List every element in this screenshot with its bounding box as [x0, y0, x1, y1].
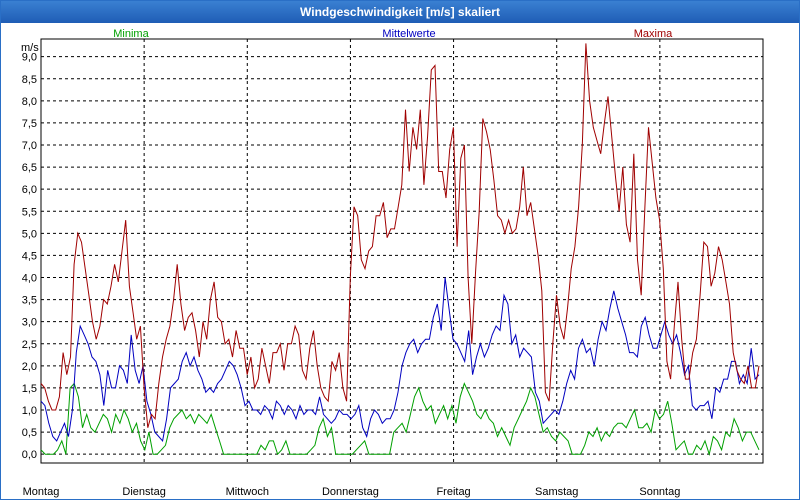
y-tick-label: 8,5	[22, 74, 37, 86]
chart-window: Windgeschwindigkeit [m/s] skaliert 0,0 0,…	[0, 0, 800, 500]
y-tick-label: 6,0	[22, 184, 37, 196]
plot-area	[40, 38, 764, 464]
y-tick-label: 4,5	[22, 250, 37, 262]
y-tick-label: 4,0	[22, 273, 37, 285]
x-tick-day: Sonntag	[639, 486, 680, 498]
chart-title: Windgeschwindigkeit [m/s] skaliert	[1, 1, 799, 23]
x-tick-day: Freitag	[436, 486, 470, 498]
y-tick-label: 8,0	[22, 96, 37, 108]
y-tick-label: 3,5	[22, 295, 37, 307]
y-tick-label: 3,0	[22, 317, 37, 329]
y-tick-label: 1,0	[22, 405, 37, 417]
wind-speed-chart: 0,0 0,5 1,0 1,5 2,0 2,5 3,0 3,5 4,0 4,5 5,0 5,5 6,0 6…	[21, 28, 764, 498]
y-tick-label: 2,5	[22, 339, 37, 351]
y-tick-label: 7,0	[22, 140, 37, 152]
x-tick-day: Dienstag	[122, 486, 165, 498]
x-tick-day: Samstag	[535, 486, 578, 498]
x-tick-day: Donnerstag	[322, 486, 379, 498]
y-tick-label: 0,5	[22, 427, 37, 439]
x-tick-day: Montag	[23, 486, 60, 498]
y-axis-label: m/s	[21, 42, 39, 54]
legend-mittelwerte: Mittelwerte	[382, 28, 435, 40]
x-tick-day: Mittwoch	[226, 486, 269, 498]
legend-maxima: Maxima	[634, 28, 673, 40]
y-tick-label: 5,0	[22, 228, 37, 240]
y-tick-label: 1,5	[22, 383, 37, 395]
y-tick-label: 6,5	[22, 162, 37, 174]
y-tick-label: 0,0	[22, 449, 37, 461]
y-tick-label: 7,5	[22, 118, 37, 130]
y-tick-label: 5,5	[22, 206, 37, 218]
legend-minima: Minima	[113, 28, 149, 40]
y-tick-label: 2,0	[22, 361, 37, 373]
